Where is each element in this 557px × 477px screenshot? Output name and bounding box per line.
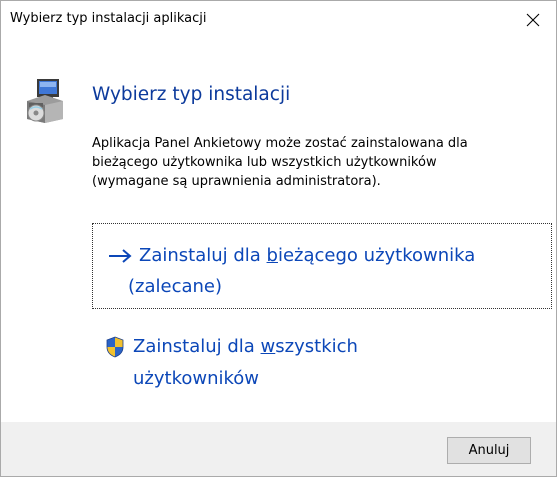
cancel-button[interactable]: Anuluj — [447, 437, 531, 464]
install-current-user-button[interactable]: Zainstaluj dla bieżącego użytkownika (za… — [92, 223, 552, 309]
install-current-user-note: (zalecane) — [128, 276, 223, 297]
install-type-dialog: Wybierz typ instalacji aplikacji Wybierz… — [0, 0, 557, 477]
description-line: (wymagane są uprawnienia administratora)… — [92, 174, 381, 189]
description-text: Aplikacja Panel Ankietowy może zostać za… — [92, 134, 552, 191]
window-title: Wybierz typ instalacji aplikacji — [10, 11, 207, 26]
close-button[interactable] — [510, 1, 556, 39]
close-icon — [526, 13, 540, 27]
description-line: bieżącego użytkownika lub wszystkich uży… — [92, 155, 437, 170]
install-current-user-label: Zainstaluj dla bieżącego użytkownika — [139, 245, 476, 266]
install-all-users-button[interactable]: Zainstaluj dla wszystkich użytkowników — [92, 329, 552, 399]
uac-shield-icon — [106, 336, 124, 358]
setup-package-icon — [27, 79, 63, 123]
description-line: Aplikacja Panel Ankietowy może zostać za… — [92, 136, 468, 151]
install-all-users-label-line2: użytkowników — [133, 368, 260, 389]
page-title: Wybierz typ instalacji — [92, 84, 291, 105]
dialog-footer: Anuluj — [1, 422, 556, 476]
title-bar[interactable]: Wybierz typ instalacji aplikacji — [1, 1, 556, 39]
install-all-users-label: Zainstaluj dla wszystkich — [133, 336, 358, 357]
arrow-right-icon — [109, 249, 132, 263]
